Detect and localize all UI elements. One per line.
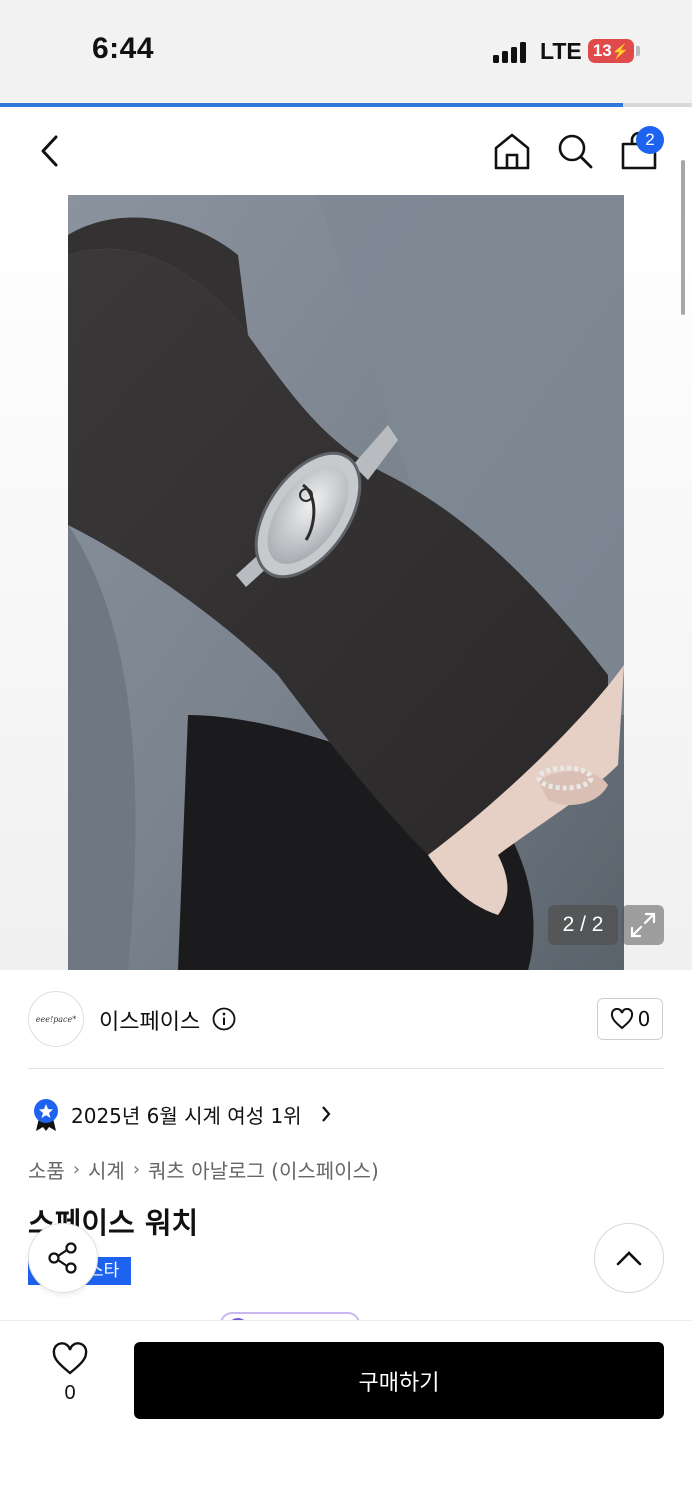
- breadcrumb-item[interactable]: 시계: [88, 1155, 125, 1184]
- chevron-up-icon: [616, 1251, 642, 1266]
- battery-icon: 13⚡: [588, 39, 634, 63]
- search-button[interactable]: [551, 127, 599, 175]
- home-button[interactable]: [488, 127, 536, 175]
- brand-logo-text: eee!pace*: [35, 1014, 77, 1024]
- share-button[interactable]: [28, 1223, 98, 1293]
- chevron-right-icon: [322, 1106, 331, 1122]
- top-navigation: [0, 107, 692, 195]
- ranking-badge-icon: [34, 1099, 58, 1131]
- breadcrumb: 소품 › 시계 › 쿼츠 아날로그 (이스페이스): [28, 1155, 379, 1183]
- chevron-right-icon: ›: [132, 1158, 141, 1180]
- chevron-left-icon: [41, 135, 58, 167]
- status-time: 6:44: [92, 32, 155, 65]
- expand-image-button[interactable]: [622, 905, 664, 945]
- breadcrumb-item[interactable]: 쿼츠 아날로그 (이스페이스): [148, 1155, 379, 1184]
- search-icon: [558, 134, 593, 169]
- product-image[interactable]: [68, 195, 624, 970]
- cart-count-badge: 2: [636, 126, 664, 154]
- brand-logo[interactable]: eee!pace*: [28, 991, 84, 1047]
- scroll-indicator[interactable]: [681, 160, 685, 315]
- share-icon: [48, 1242, 77, 1274]
- breadcrumb-item[interactable]: 소품: [28, 1155, 65, 1184]
- divider: [28, 1068, 664, 1069]
- product-photo-watch-on-wrist: [68, 195, 624, 970]
- scroll-to-top-button[interactable]: [594, 1223, 664, 1293]
- image-page-counter: 2 / 2: [548, 905, 618, 945]
- chevron-right-icon: ›: [72, 1158, 81, 1180]
- wishlist-count: 0: [64, 1382, 76, 1404]
- network-label: LTE: [540, 38, 582, 64]
- brand-like-button[interactable]: 0: [597, 998, 663, 1040]
- wishlist-button[interactable]: 0: [44, 1342, 96, 1414]
- status-bar: 6:44 LTE 13⚡: [0, 0, 692, 104]
- battery-cap: [636, 46, 640, 56]
- brand-name[interactable]: 이스페이스: [99, 1004, 200, 1036]
- back-button[interactable]: [26, 127, 74, 175]
- expand-icon: [630, 912, 656, 938]
- heart-icon: [52, 1342, 88, 1375]
- heart-icon: [610, 1008, 633, 1030]
- signal-icon: [493, 41, 529, 63]
- battery-level: 13: [592, 41, 612, 60]
- home-icon: [494, 133, 530, 170]
- brand-like-count: 0: [637, 1007, 651, 1031]
- buy-button[interactable]: 구매하기: [134, 1342, 664, 1419]
- ranking-link[interactable]: 2025년 6월 시계 여성 1위: [71, 1100, 302, 1129]
- info-icon[interactable]: [212, 1007, 236, 1031]
